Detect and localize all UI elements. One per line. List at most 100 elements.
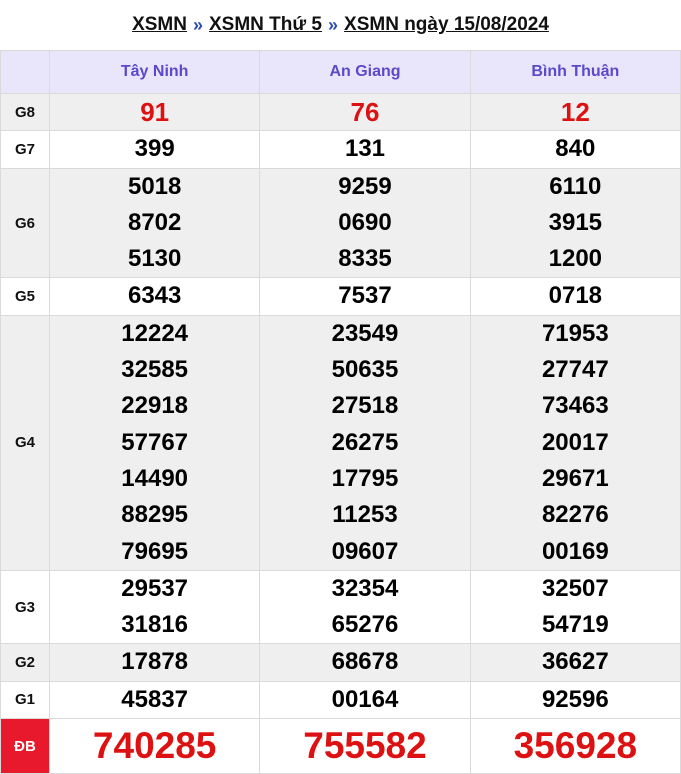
prize-number: 0690 — [338, 208, 392, 236]
breadcrumb-separator: » — [328, 14, 339, 35]
breadcrumb-separator: » — [192, 14, 203, 35]
prize-number: 27747 — [541, 356, 609, 384]
table-header-row: Tây Ninh An Giang Bình Thuận — [0, 50, 681, 94]
prize-number: 356928 — [513, 725, 638, 767]
prize-cell: 356928 — [469, 718, 681, 774]
prize-label: ĐB — [0, 718, 50, 774]
prize-row: G2 17878 68678 36627 — [0, 643, 681, 682]
prize-cell: 840 — [469, 130, 681, 169]
prize-number: 26275 — [331, 428, 399, 456]
prize-cell: 755582 — [259, 718, 471, 774]
prize-row: G3 29537 31816 32354 65276 32507 54719 — [0, 569, 681, 645]
prize-number: 76 — [350, 97, 380, 127]
prize-number: 68678 — [331, 648, 399, 676]
prize-cell: 17878 — [48, 643, 261, 682]
prize-number: 82276 — [541, 501, 609, 529]
prize-label: G5 — [0, 277, 50, 316]
prize-row: ĐB 740285 755582 356928 — [0, 718, 681, 774]
prize-number: 29671 — [541, 464, 609, 492]
prize-number: 36627 — [541, 648, 609, 676]
prize-number: 11253 — [332, 501, 398, 529]
prize-cell: 23549 50635 27518 26275 17795 11253 09607 — [259, 314, 471, 571]
prize-label: G3 — [0, 569, 50, 645]
prize-number: 00169 — [541, 537, 609, 565]
prize-number: 50635 — [331, 356, 399, 384]
prize-number: 79695 — [121, 537, 189, 565]
prize-cell: 12 — [469, 92, 681, 132]
prize-number: 71953 — [541, 319, 609, 347]
prize-number: 45837 — [121, 685, 189, 713]
prize-number: 17795 — [331, 464, 399, 492]
prize-number: 6110 — [549, 172, 602, 200]
prize-number: 9259 — [338, 172, 392, 200]
prize-number: 20017 — [541, 428, 609, 456]
prize-cell: 92596 — [469, 680, 681, 720]
prize-number: 31816 — [121, 611, 189, 639]
prize-cell: 6110 3915 1200 — [469, 167, 681, 279]
prize-row: G8 91 76 12 — [0, 92, 681, 132]
prize-number: 7537 — [338, 282, 392, 310]
results-table: Tây Ninh An Giang Bình Thuận G8 91 76 12 G7 3… — [0, 50, 681, 774]
prize-number: 22918 — [121, 392, 189, 420]
breadcrumb-link-date[interactable]: XSMN ngày 15/08/2024 — [344, 14, 549, 36]
prize-cell: 91 — [48, 92, 261, 132]
prize-number: 09607 — [331, 537, 399, 565]
prize-cell: 399 — [48, 130, 261, 169]
prize-number: 57767 — [121, 428, 189, 456]
prize-cell: 71953 27747 73463 20017 29671 82276 00169 — [469, 314, 681, 571]
prize-number: 54719 — [541, 611, 609, 639]
prize-cell: 740285 — [48, 718, 261, 774]
prize-number: 92596 — [541, 685, 609, 713]
prize-number: 29537 — [121, 574, 189, 602]
prize-cell: 5018 8702 5130 — [48, 167, 261, 279]
breadcrumb: XSMN » XSMN Thứ 5 » XSMN ngày 15/08/2024 — [0, 0, 681, 50]
prize-row: G4 12224 32585 22918 57767 14490 88295 79695 235… — [0, 314, 681, 571]
prize-number: 0718 — [548, 282, 603, 310]
prize-cell: 0718 — [469, 277, 681, 316]
prize-number: 12 — [560, 97, 590, 127]
prize-number: 131 — [344, 135, 386, 163]
prize-number: 32354 — [331, 574, 399, 602]
prize-number: 88295 — [121, 501, 189, 529]
prize-number: 6343 — [127, 282, 182, 310]
prize-cell: 36627 — [469, 643, 681, 682]
breadcrumb-link-weekday[interactable]: XSMN Thứ 5 — [209, 14, 322, 36]
prize-row: G1 45837 00164 92596 — [0, 680, 681, 720]
province-header: Tây Ninh — [48, 50, 261, 94]
province-header: An Giang — [259, 50, 471, 94]
header-corner-cell — [0, 50, 50, 94]
prize-cell: 32354 65276 — [259, 569, 471, 645]
prize-cell: 29537 31816 — [48, 569, 261, 645]
province-header: Bình Thuận — [469, 50, 681, 94]
prize-number: 17878 — [121, 648, 189, 676]
prize-number: 8702 — [127, 208, 182, 236]
prize-number: 00164 — [331, 685, 399, 713]
prize-row: G7 399 131 840 — [0, 130, 681, 169]
prize-number: 27518 — [331, 392, 399, 420]
prize-cell: 00164 — [259, 680, 471, 720]
prize-number: 65276 — [331, 611, 399, 639]
prize-row: G6 5018 8702 5130 9259 0690 8335 6110 3915 1200 — [0, 167, 681, 279]
prize-number: 32507 — [541, 574, 609, 602]
breadcrumb-link-xsmn[interactable]: XSMN — [132, 14, 187, 36]
prize-row: G5 6343 7537 0718 — [0, 277, 681, 316]
prize-label: G6 — [0, 167, 50, 279]
prize-cell: 12224 32585 22918 57767 14490 88295 79695 — [48, 314, 261, 571]
prize-cell: 68678 — [259, 643, 471, 682]
prize-label: G1 — [0, 680, 50, 720]
results-body: G8 91 76 12 G7 399 131 840 G6 5018 8702 5130 9259 069… — [0, 92, 681, 774]
prize-number: 5130 — [127, 245, 182, 273]
prize-cell: 32507 54719 — [469, 569, 681, 645]
prize-cell: 45837 — [48, 680, 261, 720]
prize-cell: 131 — [259, 130, 471, 169]
prize-number: 840 — [555, 135, 596, 163]
prize-label: G7 — [0, 130, 50, 169]
prize-cell: 9259 0690 8335 — [259, 167, 471, 279]
prize-label: G4 — [0, 314, 50, 571]
prize-number: 73463 — [541, 392, 609, 420]
prize-number: 3915 — [548, 208, 603, 236]
prize-cell: 7537 — [259, 277, 471, 316]
prize-cell: 6343 — [48, 277, 261, 316]
prize-number: 755582 — [303, 725, 427, 767]
prize-number: 8335 — [338, 245, 392, 273]
